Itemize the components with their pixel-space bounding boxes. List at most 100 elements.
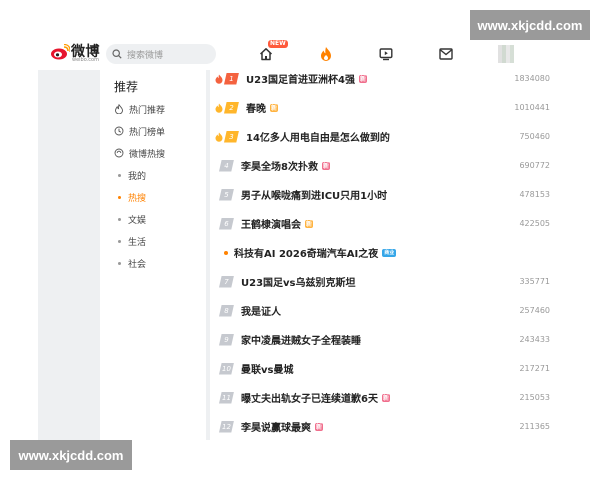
new-tag: 新 [321, 161, 330, 170]
flame-outline-icon [115, 104, 123, 114]
new-tag: 新 [359, 74, 367, 83]
clock-outline-icon [114, 126, 124, 136]
list-item-promoted[interactable]: 科技有AI 2026奇瑞汽车AI之夜 商业 [214, 238, 554, 267]
rank-badge: 1 [224, 72, 239, 85]
hot-count: 1010441 [514, 103, 550, 112]
hot-search-title: 14亿多人用电自由是怎么做到的 [246, 133, 390, 144]
hot-search-title: 我是证人 [241, 307, 281, 318]
hot-count: 335771 [519, 277, 550, 286]
list-item[interactable]: 2 春晚 新 1010441 [214, 93, 554, 122]
sidebar-sub-entertainment[interactable]: 文娱 [118, 212, 146, 226]
rank-badge: 12 [219, 420, 234, 433]
list-item[interactable]: 3 14亿多人用电自由是怎么做到的 750460 [214, 122, 554, 151]
sidebar-item-hot-list[interactable]: 热门榜单 [114, 123, 165, 139]
weibo-logo[interactable]: 微博 weibo.com [50, 41, 102, 65]
rank-badge: 3 [224, 130, 239, 143]
hot-count: 478153 [519, 190, 550, 199]
nav-video[interactable] [376, 45, 396, 63]
mail-icon [439, 48, 453, 60]
user-avatar[interactable] [498, 45, 514, 63]
new-tag: 新 [270, 103, 278, 112]
new-tag: 新 [305, 219, 313, 228]
watermark-bottom: www.xkjcdd.com [10, 440, 132, 470]
hot-count: 1834080 [514, 74, 550, 83]
bullet-dot [118, 239, 121, 243]
rank-badge: 5 [219, 188, 234, 201]
search-circle-icon [114, 148, 124, 158]
list-item[interactable]: 9 家中凌晨进贼女子全程装睡 243433 [214, 325, 554, 354]
hot-search-title: 曝丈夫出轨女子已连续道歉6天 [241, 394, 378, 405]
flame-icon [215, 103, 223, 113]
hot-count: 422505 [519, 219, 550, 228]
sidebar-sub-label: 文娱 [128, 215, 147, 226]
hot-search-title: 春晚 [246, 104, 266, 115]
hot-search-title: 男子从喉咙痛到进ICU只用1小时 [241, 191, 388, 202]
search-icon [112, 49, 122, 59]
left-margin [38, 70, 100, 440]
sidebar-item-label: 热门榜单 [129, 127, 166, 138]
ad-tag: 商业 [382, 248, 397, 257]
column-divider [206, 70, 210, 440]
hot-search-title: 李昊说赢球最爽 [241, 423, 311, 434]
rank-badge: 2 [224, 101, 239, 114]
promo-dot [224, 250, 228, 255]
list-item[interactable]: 11 曝丈夫出轨女子已连续道歉6天 新 215053 [214, 383, 554, 412]
rank-badge: 4 [219, 159, 234, 172]
sidebar-sub-mine[interactable]: 我的 [118, 168, 146, 182]
search-input[interactable]: 搜索微博 [106, 44, 216, 64]
sidebar-sub-label: 热搜 [128, 193, 147, 204]
rank-badge: 10 [219, 362, 234, 375]
logo-domain: weibo.com [72, 57, 99, 63]
sidebar-sub-label: 我的 [128, 171, 147, 182]
list-item[interactable]: 10 曼联vs曼城 217271 [214, 354, 554, 383]
sidebar-sub-life[interactable]: 生活 [118, 234, 146, 248]
sidebar-sub-society[interactable]: 社会 [118, 256, 146, 270]
rank-badge: 7 [219, 275, 234, 288]
hot-count: 750460 [519, 132, 550, 141]
list-item[interactable]: 8 我是证人 257460 [214, 296, 554, 325]
new-tag: 新 [381, 393, 390, 402]
hot-count: 215053 [519, 393, 550, 402]
flame-icon [215, 74, 223, 84]
list-item[interactable]: 5 男子从喉咙痛到进ICU只用1小时 478153 [214, 180, 554, 209]
hot-search-title: 王鹤棣演唱会 [241, 220, 301, 231]
sidebar-sub-label: 社会 [128, 259, 147, 270]
rank-badge: 9 [219, 333, 234, 346]
sidebar-item-weibo-hot-search[interactable]: 微博热搜 [114, 145, 165, 161]
hot-search-title: 曼联vs曼城 [241, 365, 294, 376]
flame-icon [321, 47, 331, 61]
sidebar-item-hot-recommend[interactable]: 热门推荐 [114, 101, 165, 117]
hot-search-title: 科技有AI 2026奇瑞汽车AI之夜 [234, 249, 379, 260]
list-item[interactable]: 7 U23国足vs乌兹别克斯坦 335771 [214, 267, 554, 296]
sidebar-item-label: 微博热搜 [129, 149, 166, 160]
list-item[interactable]: 12 李昊说赢球最爽 新 211365 [214, 412, 554, 441]
bullet-dot [118, 195, 121, 199]
nav-messages[interactable] [436, 45, 456, 63]
hot-count: 217271 [519, 364, 550, 373]
hot-count: 257460 [519, 306, 550, 315]
sidebar-item-label: 热门推荐 [129, 105, 166, 116]
search-placeholder: 搜索微博 [127, 50, 164, 61]
list-item[interactable]: 6 王鹤棣演唱会 新 422505 [214, 209, 554, 238]
sidebar-sub-label: 生活 [128, 237, 147, 248]
hot-count: 243433 [519, 335, 550, 344]
nav-hot[interactable] [316, 45, 336, 63]
bullet-dot [118, 173, 121, 177]
list-item[interactable]: 1 U23国足首进亚洲杯4强 新 1834080 [214, 64, 554, 93]
hot-count: 211365 [519, 422, 550, 431]
hot-search-title: U23国足首进亚洲杯4强 [246, 75, 355, 86]
rank-badge: 11 [219, 391, 234, 404]
sidebar-title: 推荐 [114, 80, 139, 94]
flame-icon [215, 132, 223, 142]
sidebar-sub-hot-search[interactable]: 热搜 [118, 190, 146, 204]
home-icon [259, 48, 273, 61]
hot-search-list: 1 U23国足首进亚洲杯4强 新 1834080 2 春晚 新 1010441 … [214, 64, 554, 441]
hot-search-title: 家中凌晨进贼女子全程装睡 [241, 336, 361, 347]
weibo-logo-icon [51, 44, 70, 60]
hot-count: 690772 [519, 161, 550, 170]
list-item[interactable]: 4 李昊全场8次扑救 新 690772 [214, 151, 554, 180]
hot-search-title: 李昊全场8次扑救 [241, 162, 318, 173]
sidebar: 推荐 热门推荐 热门榜单 微博热搜 我的 热搜 文娱 生活 社会 [100, 70, 206, 440]
rank-badge: 6 [219, 217, 234, 230]
bullet-dot [118, 217, 121, 221]
